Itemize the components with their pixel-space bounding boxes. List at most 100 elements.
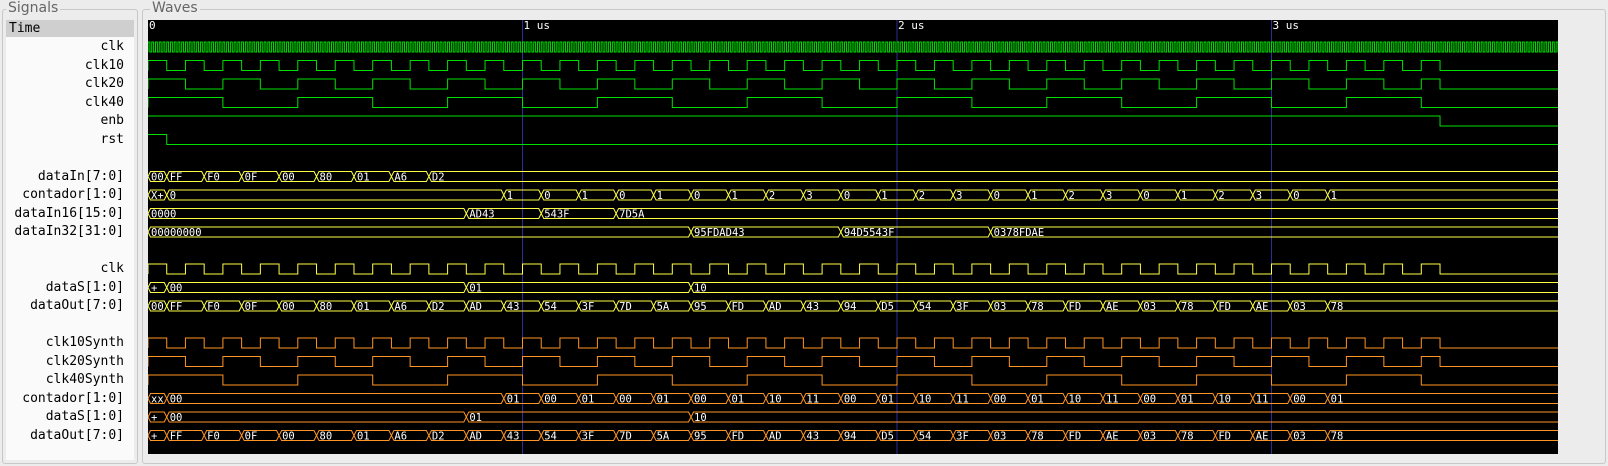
bus-value-label: 01	[657, 394, 670, 406]
bus-value-label: F0	[207, 431, 220, 443]
bus-value-label: 11	[1256, 394, 1269, 406]
bus-value-label: 00	[170, 394, 183, 406]
bus-value-label: 11	[806, 394, 819, 406]
signal-name[interactable]: dataS[1:0]	[6, 408, 134, 426]
bus-value-label: FF	[170, 431, 183, 443]
bus-value-label: 00	[151, 172, 164, 184]
waveform-clk20synth[interactable]	[147, 356, 1558, 367]
bus-value-label: 54	[544, 431, 557, 443]
bus-segment	[1327, 430, 1563, 441]
bus-value-label: 3F	[582, 431, 595, 443]
bus-value-label: FD	[1069, 431, 1082, 443]
waveform-clk[interactable]	[147, 263, 1558, 275]
bus-value-label: A6	[394, 172, 407, 184]
signal-name[interactable]: dataS[1:0]	[6, 279, 134, 297]
bus-value-label: 0	[844, 190, 850, 202]
bus-value-label: 95	[694, 301, 707, 313]
signal-name[interactable]: clk40	[6, 94, 134, 112]
waveform-clk40synth[interactable]	[147, 374, 1558, 386]
bus-value-label: AD	[769, 431, 782, 443]
bus-value-label: 7D	[619, 431, 632, 443]
bus-value-label: 01	[1031, 394, 1044, 406]
bus-value-label: FD	[731, 431, 744, 443]
waveform-clk10synth[interactable]	[147, 337, 1558, 349]
signals-list[interactable]: Time clk clk10 clk20 clk40 enb rst dataIn[7:0]…	[6, 20, 134, 460]
waveform-clk40[interactable]	[147, 97, 1558, 108]
waves-panel[interactable]: 01 us 2 us 3 us 00 FF F0 0F 00 80 01 A6 D2 X+ 0 1 0 1 0 1 0…	[147, 19, 1563, 454]
waveform-dataout70[interactable]: 00 FF F0 0F 00 80 01 A6 D2 AD 43 54 3F 7D 5A 95 FD AD 43 94…	[147, 300, 1563, 313]
signal-name[interactable]: clk10Synth	[6, 334, 134, 352]
signal-name[interactable]: clk20Synth	[6, 353, 134, 371]
bus-value-label: 3	[956, 190, 962, 202]
bus-segment	[1327, 189, 1563, 201]
waveform-canvas[interactable]: 01 us 2 us 3 us00 FF F0 0F 00 80 01 A6 D2X+ 0 1 0 1 0 1 0…	[147, 19, 1563, 454]
bus-value-label: 11	[956, 394, 969, 406]
time-marker-label: 3 us	[1273, 20, 1300, 32]
signals-title: Signals	[6, 0, 61, 16]
signal-name[interactable]: clk20	[6, 75, 134, 93]
waves-title: Waves	[150, 0, 200, 16]
signal-name[interactable]: clk	[6, 260, 134, 278]
waveform-clk[interactable]	[147, 41, 1559, 53]
bus-value-label: 78	[1031, 301, 1044, 313]
bus-value-label: 01	[469, 412, 482, 424]
waveform-clk10[interactable]	[147, 60, 1558, 71]
signal-name[interactable]: clk	[6, 38, 134, 56]
bus-value-label: FD	[1218, 431, 1231, 443]
clock-trace	[147, 78, 1558, 90]
bus-value-label: 10	[769, 394, 782, 406]
bus-value-label: D2	[432, 431, 445, 443]
waveform-enb[interactable]	[148, 115, 1558, 127]
signal-name[interactable]: contador[1:0]	[6, 186, 134, 204]
signal-name[interactable]: enb	[6, 112, 134, 130]
bus-value-label: 78	[1181, 301, 1194, 313]
bus-value-label: D2	[432, 301, 445, 313]
bus-value-label: 0378FDAE	[994, 227, 1045, 239]
waveform-contador10[interactable]: X+ 0 1 0 1 0 1 0 1 2 3 0 1 2 3 0 1 2 3 0 1 2 3 0 1	[147, 189, 1563, 202]
clock-trace	[147, 337, 1558, 349]
bus-value-label: 7D5A	[619, 209, 645, 221]
bus-value-label: 1	[731, 190, 737, 202]
bus-value-label: D2	[432, 172, 445, 184]
waveform-dataout70[interactable]: + FF F0 0F 00 80 01 A6 D2 AD 43 54 3F 7D 5A 95 FD AD 43 94 D…	[147, 430, 1563, 443]
bus-value-label: 01	[357, 301, 370, 313]
bus-value-label: 00	[170, 412, 183, 424]
waveform-contador10[interactable]: xx 00 01 00 01 00 01 00 01 10 11 00 01 10 11 00 01 10 11 00…	[147, 393, 1563, 406]
waveform-datain16150[interactable]: 0000 AD43 543F 7D5A	[147, 208, 1563, 221]
bus-value-label: 2	[1218, 190, 1224, 202]
bus-value-label: 3F	[956, 431, 969, 443]
waveform-datain70[interactable]: 00 FF F0 0F 00 80 01 A6 D2	[147, 171, 1563, 184]
signal-name[interactable]: contador[1:0]	[6, 390, 134, 408]
signal-name[interactable]: clk10	[6, 57, 134, 75]
bus-value-label: 00	[1293, 394, 1306, 406]
bus-value-label: 10	[919, 394, 932, 406]
bus-value-label: 03	[1143, 431, 1156, 443]
signal-name[interactable]: dataIn[7:0]	[6, 168, 134, 186]
bus-value-label: 94D5543F	[844, 227, 895, 239]
bus-value-label: A6	[394, 431, 407, 443]
bus-value-label: D5	[881, 301, 894, 313]
bus-segment	[147, 208, 467, 219]
bus-value-label: FF	[170, 301, 183, 313]
signal-name[interactable]: dataIn32[31:0]	[6, 223, 134, 241]
signal-name[interactable]: dataOut[7:0]	[6, 297, 134, 315]
bus-value-label: AD	[769, 301, 782, 313]
signal-name[interactable]: dataIn16[15:0]	[6, 205, 134, 223]
bus-value-label: 00	[994, 394, 1007, 406]
bus-value-label: 03	[1143, 301, 1156, 313]
signal-name[interactable]: clk40Synth	[6, 371, 134, 389]
waveform-datain32310[interactable]: 00000000 95FDAD43 94D5543F 0378FDAE	[147, 226, 1563, 239]
bus-value-label: 00	[151, 301, 164, 313]
bus-value-label: 1	[657, 190, 663, 202]
bus-value-label: 10	[1069, 394, 1082, 406]
time-header[interactable]: Time	[6, 20, 134, 37]
bus-value-label: A6	[394, 301, 407, 313]
signal-name[interactable]: rst	[6, 131, 134, 149]
waveform-datas10[interactable]: +00 01 10	[147, 411, 1563, 424]
waveform-rst[interactable]	[148, 134, 1558, 145]
bus-value-label: 95	[694, 431, 707, 443]
signal-name[interactable]: dataOut[7:0]	[6, 427, 134, 445]
waveform-clk20[interactable]	[147, 78, 1558, 90]
waveform-datas10[interactable]: +00 01 10	[147, 282, 1563, 295]
bus-value-label: 0	[694, 190, 700, 202]
